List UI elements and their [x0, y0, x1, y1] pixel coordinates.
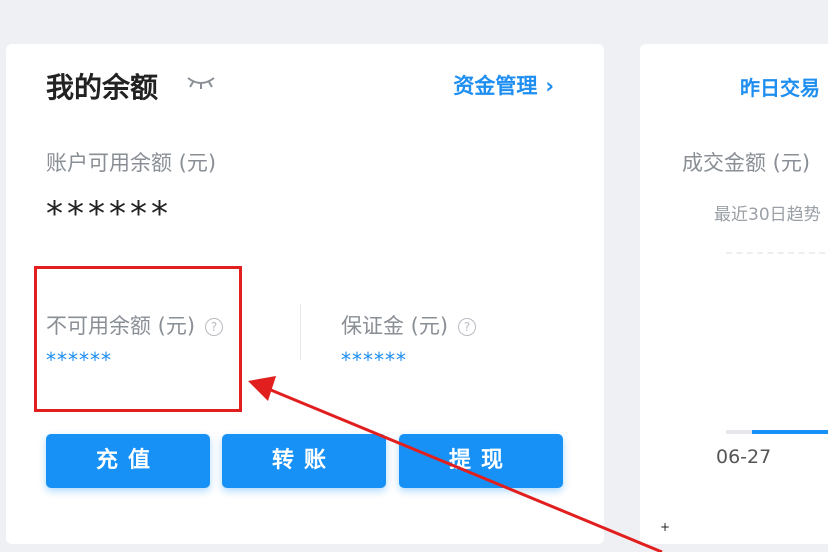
available-balance-label: 账户可用余额 (元): [46, 151, 217, 175]
available-balance-value: ******: [46, 194, 172, 234]
chevron-right-icon: ›: [545, 74, 554, 98]
yesterday-trading-tab[interactable]: 昨日交易: [740, 72, 820, 101]
eye-closed-icon[interactable]: [186, 72, 216, 92]
balance-title: 我的余额: [46, 71, 159, 104]
annotation-highlight-box: [34, 266, 242, 412]
balance-card: 我的余额 资金管理 › 账户可用余额 (元) ****** 不可用余额 (元)? …: [6, 44, 604, 544]
deposit-label: 保证金 (元)?: [341, 310, 477, 340]
transfer-button[interactable]: 转账: [222, 434, 386, 488]
trend-label: 最近30日趋势: [714, 205, 821, 225]
recharge-button[interactable]: 充值: [46, 434, 210, 488]
fund-management-link[interactable]: 资金管理 ›: [453, 70, 554, 100]
trade-amount-label: 成交金额 (元): [682, 151, 811, 175]
deposit-label-text: 保证金 (元): [341, 314, 449, 338]
yesterday-trading-card: 昨日交易 成交金额 (元) 最近30日趋势 06-27: [640, 44, 828, 544]
help-circle-icon[interactable]: ?: [458, 318, 477, 336]
chart-x-tick: 06-27: [716, 446, 772, 468]
divider: [300, 304, 301, 360]
chart-axis: [726, 430, 828, 434]
chart-series-line: [752, 430, 828, 434]
withdraw-button[interactable]: 提现: [399, 434, 563, 488]
chart-gridline: [726, 252, 828, 254]
fund-management-label: 资金管理: [453, 74, 538, 98]
cursor-crosshair-icon: +: [660, 520, 671, 534]
deposit-value: ******: [341, 348, 407, 372]
